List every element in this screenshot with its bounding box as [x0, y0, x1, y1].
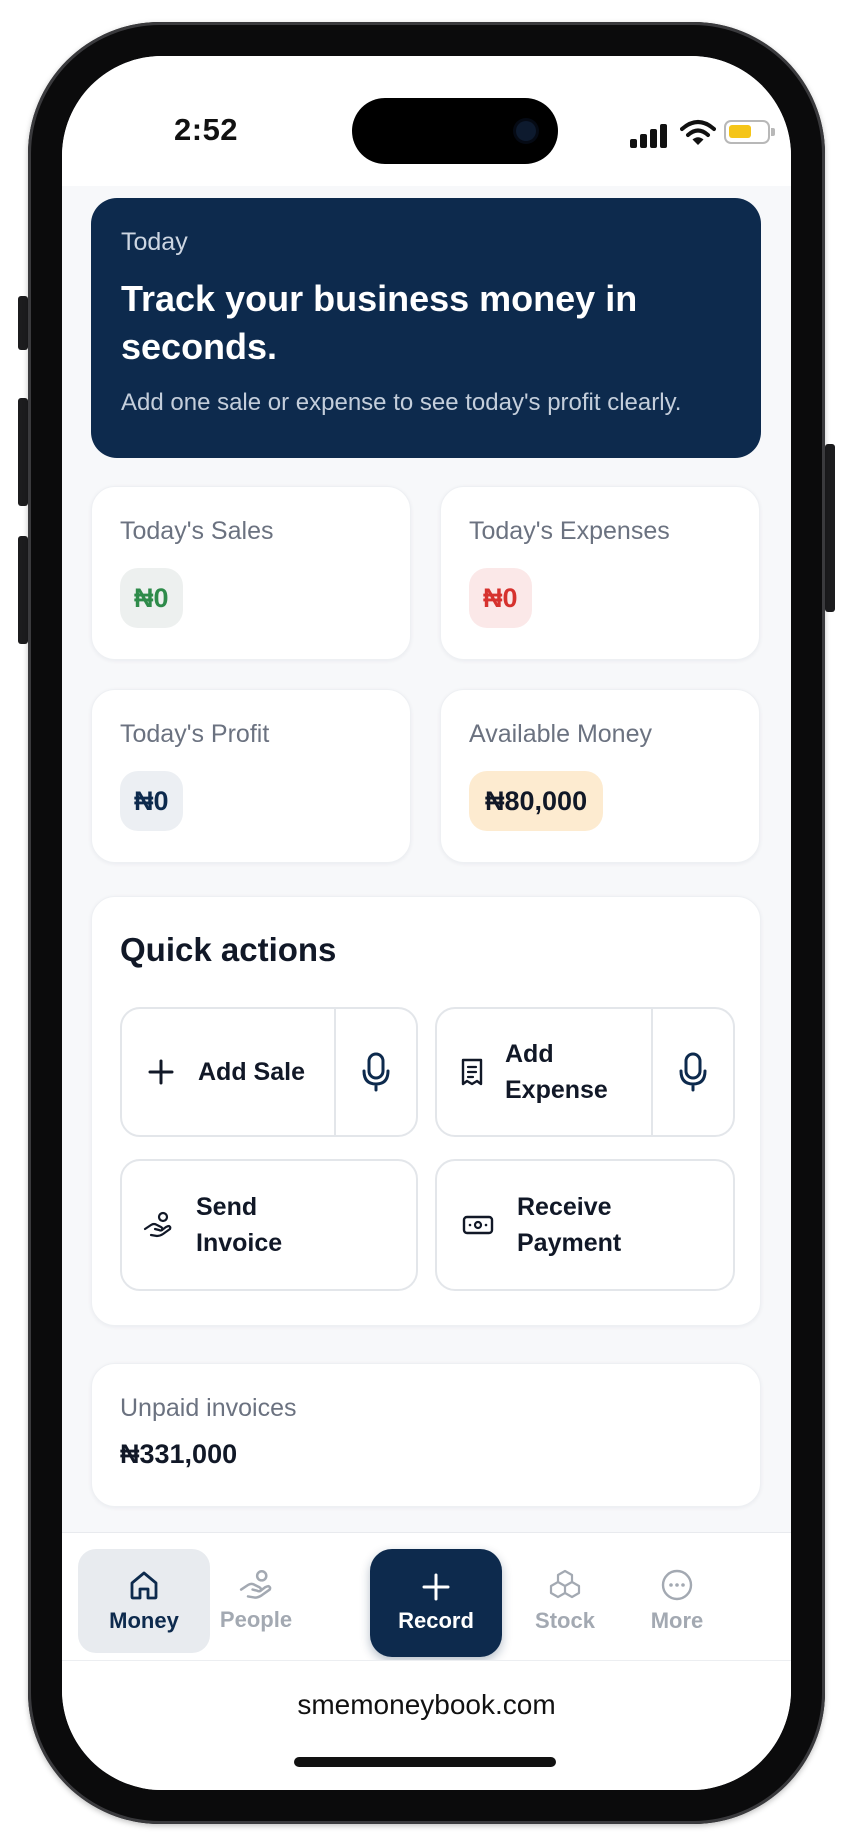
- microphone-icon: [362, 1052, 390, 1092]
- quick-actions-card: Quick actions Add Sale Add Expense Send …: [91, 896, 761, 1326]
- stat-label: Available Money: [469, 720, 652, 748]
- nav-people-label: People: [219, 1607, 293, 1632]
- cellular-signal-icon: [630, 122, 672, 148]
- phone-frame: 2:52 Today Track your business money in …: [28, 22, 825, 1824]
- nav-more-label: More: [650, 1608, 704, 1633]
- dynamic-island: [352, 98, 558, 164]
- unpaid-invoices-label: Unpaid invoices: [120, 1394, 297, 1422]
- sales-amount-badge: ₦0: [120, 568, 183, 628]
- send-invoice-button[interactable]: Send Invoice: [120, 1159, 418, 1291]
- url-text[interactable]: smemoneybook.com: [62, 1689, 791, 1721]
- status-time: 2:52: [174, 112, 239, 147]
- add-sale-button[interactable]: Add Sale: [120, 1007, 418, 1137]
- available-money-card[interactable]: Available Money ₦80,000: [440, 689, 760, 863]
- hero-title: Track your business money in seconds.: [121, 278, 638, 367]
- add-expense-button[interactable]: Add Expense: [435, 1007, 735, 1137]
- unpaid-invoices-card[interactable]: Unpaid invoices ₦331,000: [91, 1363, 761, 1507]
- wifi-icon: [680, 120, 716, 145]
- browser-url-bar: smemoneybook.com: [62, 1660, 791, 1790]
- action-button: [18, 296, 28, 350]
- add-sale-label: Add Sale: [198, 1058, 305, 1086]
- stage: 2:52 Today Track your business money in …: [0, 0, 853, 1844]
- power-button: [825, 444, 835, 612]
- unpaid-invoices-amount: ₦331,000: [120, 1439, 238, 1469]
- expenses-amount-badge: ₦0: [469, 568, 532, 628]
- receive-payment-label: Receive Payment: [517, 1193, 622, 1257]
- profit-amount-badge: ₦0: [120, 771, 183, 831]
- nav-people[interactable]: People: [190, 1549, 322, 1653]
- volume-down-button: [18, 536, 28, 644]
- boxes-icon: [549, 1569, 581, 1599]
- voice-add-expense-button[interactable]: [651, 1009, 733, 1135]
- hero-subtitle: Add one sale or expense to see today's p…: [121, 389, 682, 416]
- todays-sales-card[interactable]: Today's Sales ₦0: [91, 486, 411, 660]
- receive-payment-button[interactable]: Receive Payment: [435, 1159, 735, 1291]
- todays-expenses-card[interactable]: Today's Expenses ₦0: [440, 486, 760, 660]
- bottom-nav: Money People Record Stock More: [62, 1532, 791, 1660]
- battery-icon: [724, 120, 775, 144]
- plus-icon: [146, 1058, 176, 1086]
- send-invoice-label: Send Invoice: [196, 1193, 283, 1257]
- volume-up-button: [18, 398, 28, 506]
- hand-coins-icon: [239, 1570, 272, 1599]
- microphone-icon: [679, 1052, 707, 1092]
- stat-label: Today's Expenses: [469, 517, 670, 545]
- more-icon: [661, 1569, 693, 1601]
- home-indicator[interactable]: [294, 1757, 556, 1767]
- available-amount-badge: ₦80,000: [469, 771, 604, 831]
- voice-add-sale-button[interactable]: [334, 1009, 416, 1135]
- add-expense-label: Add Expense: [505, 1040, 608, 1104]
- nav-stock-label: Stock: [535, 1608, 595, 1633]
- record-button[interactable]: Record: [370, 1549, 502, 1657]
- stat-label: Today's Profit: [120, 720, 270, 748]
- screen: 2:52 Today Track your business money in …: [62, 56, 791, 1790]
- stat-label: Today's Sales: [120, 517, 274, 545]
- nav-money-label: Money: [109, 1608, 179, 1633]
- plus-icon: [422, 1573, 450, 1601]
- hand-coins-icon: [142, 1211, 174, 1239]
- cash-icon: [461, 1214, 495, 1236]
- record-label: Record: [398, 1608, 474, 1633]
- receipt-icon: [457, 1058, 487, 1086]
- todays-profit-card[interactable]: Today's Profit ₦0: [91, 689, 411, 863]
- camera-icon: [516, 121, 536, 141]
- status-bar: 2:52: [62, 56, 791, 186]
- home-icon: [130, 1571, 158, 1600]
- quick-actions-title: Quick actions: [120, 931, 337, 968]
- hero-banner: Today Track your business money in secon…: [91, 198, 761, 458]
- hero-kicker: Today: [121, 228, 188, 256]
- nav-more[interactable]: More: [611, 1549, 743, 1653]
